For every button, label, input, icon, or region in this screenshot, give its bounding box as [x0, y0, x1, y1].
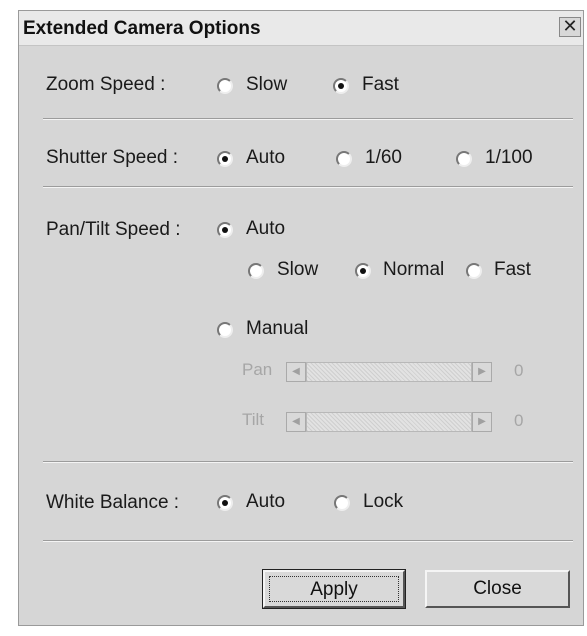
pan-tilt-normal-radio[interactable]: [355, 263, 371, 279]
tilt-slider-track[interactable]: [306, 412, 472, 432]
shutter-1-60-radio[interactable]: [336, 151, 352, 167]
shutter-speed-label: Shutter Speed :: [46, 147, 179, 168]
separator: [43, 186, 573, 188]
pan-tilt-fast-label[interactable]: Fast: [494, 259, 531, 281]
separator: [43, 461, 573, 463]
shutter-auto-label[interactable]: Auto: [246, 147, 285, 169]
zoom-speed-label: Zoom Speed :: [46, 74, 166, 95]
title-bar: Extended Camera Options ✕: [19, 11, 583, 46]
pan-left-arrow-icon[interactable]: ◀: [286, 362, 306, 382]
apply-button-label: Apply: [269, 576, 399, 602]
pan-tilt-manual-radio[interactable]: [217, 322, 233, 338]
window-title: Extended Camera Options: [23, 18, 261, 39]
extended-camera-options-dialog: Extended Camera Options ✕ Zoom Speed : S…: [18, 10, 584, 626]
zoom-slow-radio[interactable]: [217, 78, 233, 94]
pan-tilt-fast-radio[interactable]: [466, 263, 482, 279]
zoom-slow-label[interactable]: Slow: [246, 74, 287, 96]
pan-tilt-slow-radio[interactable]: [248, 263, 264, 279]
pan-label: Pan: [242, 360, 273, 379]
white-balance-lock-radio[interactable]: [334, 495, 350, 511]
tilt-value: 0: [514, 411, 524, 430]
tilt-right-arrow-icon[interactable]: ▶: [472, 412, 492, 432]
pan-tilt-slow-label[interactable]: Slow: [277, 259, 318, 281]
tilt-label: Tilt: [242, 410, 265, 429]
separator: [43, 118, 573, 120]
pan-tilt-manual-label[interactable]: Manual: [246, 318, 308, 340]
zoom-fast-label[interactable]: Fast: [362, 74, 399, 96]
pan-tilt-auto-label[interactable]: Auto: [246, 218, 285, 240]
white-balance-auto-radio[interactable]: [217, 495, 233, 511]
shutter-auto-radio[interactable]: [217, 151, 233, 167]
close-button[interactable]: Close: [425, 570, 570, 608]
close-icon[interactable]: ✕: [559, 17, 581, 37]
white-balance-auto-label[interactable]: Auto: [246, 491, 285, 513]
pan-tilt-normal-label[interactable]: Normal: [383, 259, 444, 281]
shutter-1-100-radio[interactable]: [456, 151, 472, 167]
white-balance-lock-label[interactable]: Lock: [363, 491, 403, 513]
tilt-left-arrow-icon[interactable]: ◀: [286, 412, 306, 432]
pan-right-arrow-icon[interactable]: ▶: [472, 362, 492, 382]
pan-tilt-auto-radio[interactable]: [217, 222, 233, 238]
separator: [43, 540, 573, 542]
apply-button[interactable]: Apply: [262, 569, 406, 609]
pan-tilt-speed-label: Pan/Tilt Speed :: [46, 219, 181, 240]
pan-value: 0: [514, 361, 524, 380]
pan-slider-track[interactable]: [306, 362, 472, 382]
shutter-1-60-label[interactable]: 1/60: [365, 147, 402, 169]
shutter-1-100-label[interactable]: 1/100: [485, 147, 533, 169]
white-balance-label: White Balance :: [46, 492, 180, 513]
zoom-fast-radio[interactable]: [333, 78, 349, 94]
